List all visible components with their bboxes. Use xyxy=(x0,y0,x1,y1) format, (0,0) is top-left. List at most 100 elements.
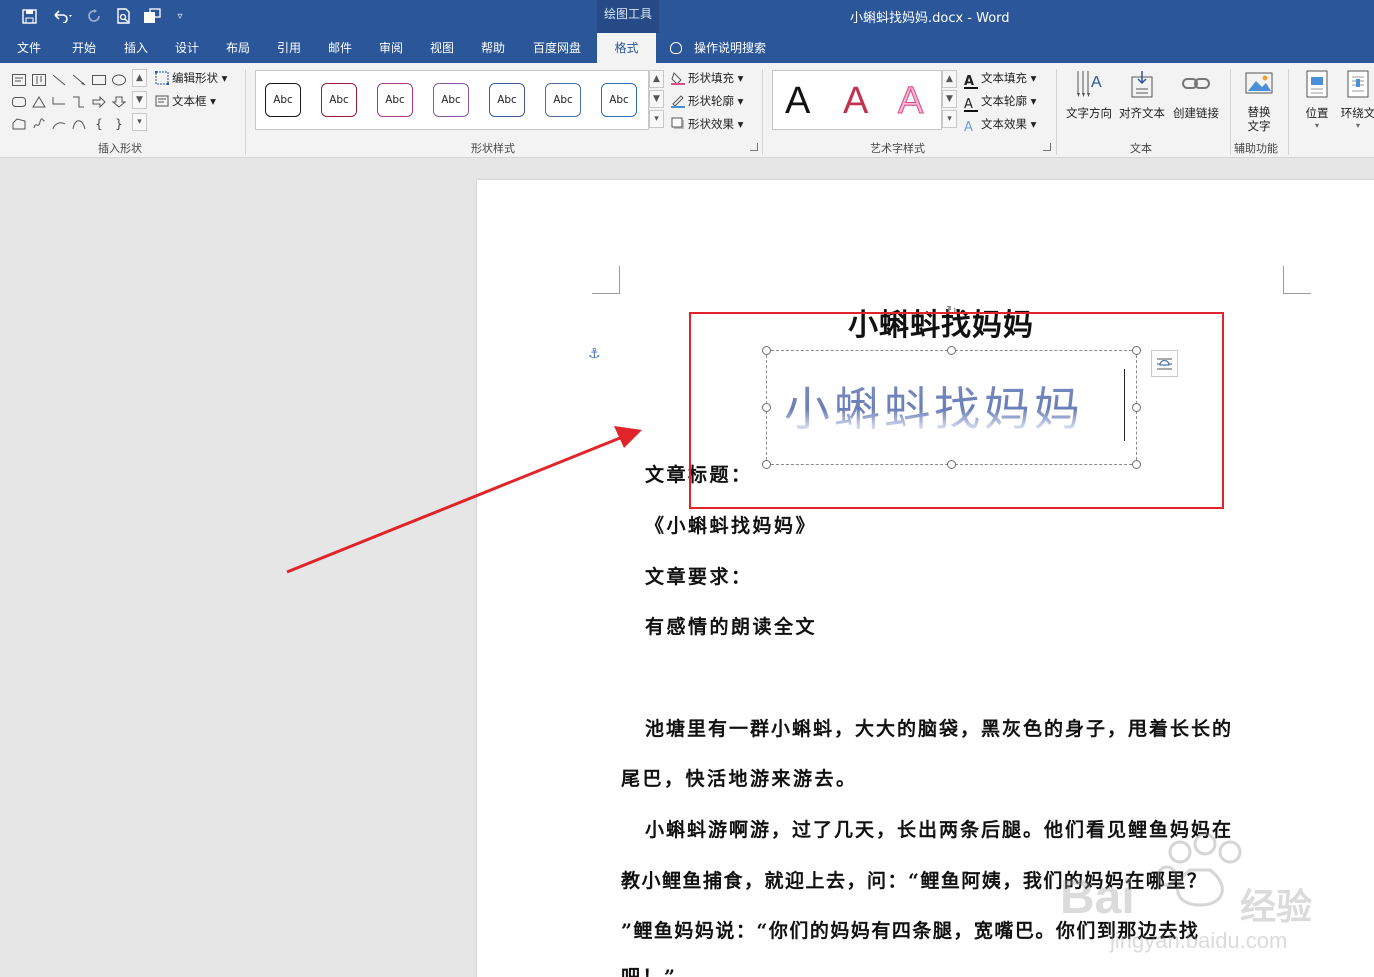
scribble-shape-icon[interactable] xyxy=(30,115,48,133)
paragraph-line[interactable]: 文章要求： xyxy=(645,562,753,589)
vertical-textbox-shape-icon[interactable] xyxy=(30,71,48,89)
paragraph-line[interactable]: 吧！” xyxy=(621,962,677,977)
tab-mailings[interactable]: 邮件 xyxy=(316,33,364,63)
shape-outline-button[interactable]: 形状轮廓 ▾ xyxy=(671,91,743,111)
shape-styles-scroll-down[interactable]: ▼ xyxy=(649,90,664,108)
wordart-preset-pink[interactable]: A xyxy=(897,81,923,122)
arrow-line-shape-icon[interactable] xyxy=(70,71,88,89)
shape-styles-gallery[interactable]: Abc Abc Abc Abc Abc Abc Abc xyxy=(255,70,649,130)
wordart-styles-gallery[interactable]: A A A xyxy=(772,70,942,130)
save-icon[interactable] xyxy=(20,4,38,28)
paragraph-line[interactable]: 尾巴，快活地游来游去。 xyxy=(621,764,858,791)
arc-shape-icon[interactable] xyxy=(50,115,68,133)
tab-home[interactable]: 开始 xyxy=(60,33,108,63)
tab-layout[interactable]: 布局 xyxy=(214,33,262,63)
triangle-shape-icon[interactable] xyxy=(30,93,48,111)
down-arrow-shape-icon[interactable] xyxy=(110,93,128,111)
paragraph-line[interactable]: 《小蝌蚪找妈妈》 xyxy=(645,511,817,538)
shape-style-preset-5[interactable]: Abc xyxy=(489,83,525,117)
tab-review[interactable]: 审阅 xyxy=(367,33,415,63)
shape-effects-button[interactable]: 形状效果 ▾ xyxy=(671,114,743,134)
insert-shapes-group-label: 插入形状 xyxy=(98,142,142,155)
right-brace-shape-icon[interactable]: } xyxy=(110,115,128,133)
align-text-button[interactable]: 对齐文本 xyxy=(1118,69,1166,121)
customize-qat-icon[interactable]: ▿ xyxy=(172,4,188,28)
create-link-button[interactable]: 创建链接 xyxy=(1170,69,1222,121)
shape-style-preset-1[interactable]: Abc xyxy=(265,83,301,117)
text-effects-button[interactable]: A 文本效果 ▾ xyxy=(964,114,1036,135)
shape-styles-more[interactable]: ▾ xyxy=(649,110,664,128)
group-separator xyxy=(1056,69,1057,155)
elbow-connector-shape-icon[interactable] xyxy=(50,93,68,111)
text-outline-button[interactable]: A 文本轮廓 ▾ xyxy=(964,91,1036,112)
rounded-rect-shape-icon[interactable] xyxy=(10,93,28,111)
text-outline-icon: A xyxy=(964,98,978,112)
window-title: 小蝌蚪找妈妈.docx - Word xyxy=(850,11,1010,26)
text-fill-button[interactable]: A 文本填充 ▾ xyxy=(964,68,1036,89)
position-icon xyxy=(1302,69,1332,101)
chain-link-icon xyxy=(1181,69,1211,101)
print-preview-icon[interactable] xyxy=(114,4,132,28)
wordart-preset-red[interactable]: A xyxy=(843,81,868,121)
shapes-more[interactable]: ▾ xyxy=(132,113,147,131)
wrap-text-button[interactable]: 环绕文 ▾ xyxy=(1338,69,1374,130)
tab-file[interactable]: 文件 xyxy=(5,33,53,63)
shape-styles-group-label: 形状样式 xyxy=(471,142,515,155)
tab-baidu-netdisk[interactable]: 百度网盘 xyxy=(522,33,592,63)
tab-view[interactable]: 视图 xyxy=(418,33,466,63)
oval-shape-icon[interactable] xyxy=(110,71,128,89)
shape-styles-dialog-launcher[interactable] xyxy=(750,143,758,151)
tab-references[interactable]: 引用 xyxy=(265,33,313,63)
insert-shapes-gallery[interactable]: { } xyxy=(8,69,148,135)
tab-help[interactable]: 帮助 xyxy=(469,33,517,63)
shape-style-preset-7[interactable]: Abc xyxy=(601,83,637,117)
baidu-jingyan-watermark: Bai 经验 jingyan.baidu.com xyxy=(1050,830,1350,970)
group-separator xyxy=(245,69,246,155)
paragraph-line[interactable]: 有感情的朗读全文 xyxy=(645,612,817,639)
freeform-shape-icon[interactable] xyxy=(10,115,28,133)
paragraph-line[interactable]: 池塘里有一群小蝌蚪，大大的脑袋，黑灰色的身子，甩着长长的 xyxy=(645,714,1233,741)
shapes-scroll-down[interactable]: ▼ xyxy=(132,91,147,109)
tell-me-search[interactable]: 操作说明搜索 xyxy=(670,33,766,63)
text-direction-button[interactable]: A 文字方向 xyxy=(1065,69,1113,121)
textbox-shape-icon[interactable] xyxy=(10,71,28,89)
text-box-button[interactable]: 文本框 ▾ xyxy=(155,91,216,111)
line-shape-icon[interactable] xyxy=(50,71,68,89)
red-highlight-box xyxy=(689,312,1224,509)
shape-style-preset-6[interactable]: Abc xyxy=(545,83,581,117)
ribbon: { } ▲ ▼ ▾ 编辑形状 ▾ 文本框 ▾ 插入形状 Abc Abc Abc … xyxy=(0,63,1374,158)
right-arrow-shape-icon[interactable] xyxy=(90,93,108,111)
tab-insert[interactable]: 插入 xyxy=(112,33,160,63)
position-button[interactable]: 位置 ▾ xyxy=(1296,69,1338,130)
watermark-brand: Bai xyxy=(1060,871,1135,924)
alt-text-icon xyxy=(1244,69,1274,101)
redo-icon[interactable] xyxy=(85,4,103,28)
accessibility-group-label: 辅助功能 xyxy=(1234,142,1278,155)
edit-shape-button[interactable]: 编辑形状 ▾ xyxy=(154,68,227,88)
rectangle-shape-icon[interactable] xyxy=(90,71,108,89)
lightbulb-icon xyxy=(670,42,682,54)
shapes-scroll-up[interactable]: ▲ xyxy=(132,69,147,87)
wordart-preset-black[interactable]: A xyxy=(785,81,810,121)
edit-shape-icon xyxy=(154,70,170,86)
shape-style-preset-4[interactable]: Abc xyxy=(433,83,469,117)
tab-design[interactable]: 设计 xyxy=(163,33,211,63)
tab-format[interactable]: 格式 xyxy=(597,33,656,63)
elbow-arrow-shape-icon[interactable] xyxy=(70,93,88,111)
wordart-scroll-down[interactable]: ▼ xyxy=(942,90,957,108)
shape-styles-scroll-up[interactable]: ▲ xyxy=(649,70,664,88)
wordart-more[interactable]: ▾ xyxy=(942,110,957,128)
shape-style-preset-2[interactable]: Abc xyxy=(321,83,357,117)
tell-me-label: 操作说明搜索 xyxy=(694,41,767,55)
shape-style-preset-3[interactable]: Abc xyxy=(377,83,413,117)
shape-fill-button[interactable]: 形状填充 ▾ xyxy=(671,68,743,88)
left-brace-shape-icon[interactable]: { xyxy=(90,115,108,133)
touch-mode-icon[interactable] xyxy=(142,4,162,28)
wordart-dialog-launcher[interactable] xyxy=(1043,143,1051,151)
curve-shape-icon[interactable] xyxy=(70,115,88,133)
undo-icon[interactable] xyxy=(50,4,76,28)
paint-bucket-icon xyxy=(671,71,685,85)
alt-text-button[interactable]: 替换 文字 xyxy=(1238,69,1280,133)
svg-text:A: A xyxy=(1091,74,1102,91)
wordart-scroll-up[interactable]: ▲ xyxy=(942,70,957,88)
